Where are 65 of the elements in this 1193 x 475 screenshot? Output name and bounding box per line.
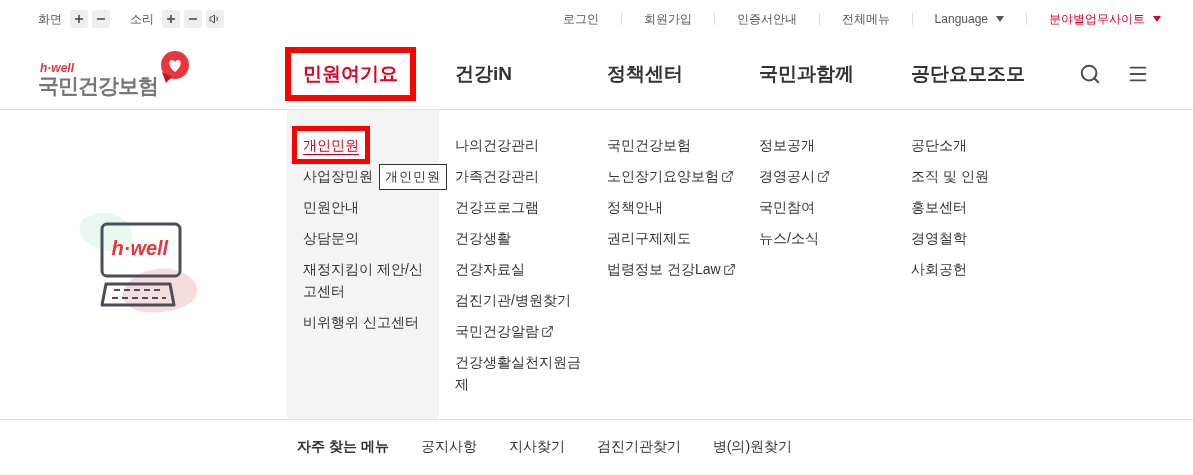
submenu-link[interactable]: 비위행위 신고센터 <box>303 311 419 333</box>
plus-icon <box>73 13 85 25</box>
submenu-link[interactable]: 조직 및 인원 <box>911 165 989 187</box>
nav-item[interactable]: 국민과함께 <box>759 60 854 87</box>
submenu-link[interactable]: 경영공시 <box>759 165 830 187</box>
nav-item[interactable]: 민원여기요 <box>285 46 416 101</box>
submenu-link[interactable]: 가족건강관리 <box>455 165 539 187</box>
submenu-link[interactable]: 정보공개 <box>759 134 815 156</box>
nav-item[interactable]: 정책센터 <box>607 60 683 87</box>
tooltip: 개인민원 <box>379 164 447 190</box>
top-link[interactable]: Language <box>934 10 1004 28</box>
submenu-link[interactable]: 건강프로그램 <box>455 196 539 218</box>
control-label: 소리 <box>130 11 154 28</box>
submenu-link[interactable]: 민원안내 <box>303 196 359 218</box>
submenu-link[interactable]: 홍보센터 <box>911 196 967 218</box>
quick-menu-link[interactable]: 검진기관찾기 <box>596 435 681 457</box>
top-link[interactable]: 회원가입 <box>643 10 692 28</box>
quick-menu-link[interactable]: 공지사항 <box>420 435 477 457</box>
external-link-icon <box>541 324 554 338</box>
caret-icon <box>1153 16 1161 22</box>
submenu-link[interactable]: 정책안내 <box>607 196 663 218</box>
caret-icon <box>996 16 1004 22</box>
increase-button[interactable] <box>70 10 88 28</box>
external-link-icon <box>817 169 830 183</box>
quick-menu-title: 자주 찾는 메뉴 <box>297 436 389 456</box>
speaker-icon <box>209 13 221 25</box>
nav-item[interactable]: 공단요모조모 <box>911 60 1025 87</box>
logo-tagline: h·well <box>40 61 76 74</box>
logo-name: 국민건강보험 <box>38 73 158 98</box>
plus-icon <box>165 13 177 25</box>
screen-logo-text: h·well <box>111 235 169 260</box>
submenu-link[interactable]: 권리구제제도 <box>607 227 691 249</box>
submenu-link[interactable]: 나의건강관리 <box>455 134 539 156</box>
external-link-icon <box>722 262 736 276</box>
submenu-link[interactable]: 건강자료실 <box>455 258 525 280</box>
increase-button[interactable] <box>162 10 180 28</box>
submenu-link[interactable]: 건강생활 <box>455 227 511 249</box>
top-link[interactable]: 전체메뉴 <box>841 10 890 28</box>
top-link[interactable]: 분야별업무사이트 <box>1049 10 1161 28</box>
submenu-link[interactable]: 국민건강보험 <box>607 134 691 156</box>
submenu-link[interactable]: 경영철학 <box>911 227 967 249</box>
submenu-link[interactable]: 건강생활실천지원금제 <box>455 351 583 395</box>
submenu-link[interactable]: 법령정보 건강Law <box>607 258 736 280</box>
submenu-link[interactable]: 개인민원 <box>292 126 370 164</box>
speaker-button[interactable] <box>206 10 224 28</box>
top-link[interactable]: 로그인 <box>562 10 599 28</box>
submenu-link[interactable]: 노인장기요양보험 <box>607 165 734 187</box>
submenu-link[interactable]: 국민건강알람 <box>455 320 554 342</box>
submenu-link[interactable]: 사회공헌 <box>911 258 967 280</box>
submenu-link[interactable]: 뉴스/소식 <box>759 227 819 249</box>
submenu-link[interactable]: 공단소개 <box>911 134 967 156</box>
nav-item[interactable]: 건강iN <box>455 60 512 87</box>
control-label: 화면 <box>38 11 62 28</box>
quick-menu-link[interactable]: 지사찾기 <box>508 435 565 457</box>
decrease-button[interactable] <box>184 10 202 28</box>
submenu-link[interactable]: 검진기관/병원찾기 <box>455 289 571 311</box>
external-link-icon <box>721 169 734 183</box>
submenu-link[interactable]: 국민참여 <box>759 196 815 218</box>
decrease-button[interactable] <box>92 10 110 28</box>
search-icon[interactable] <box>1079 62 1101 85</box>
submenu-link[interactable]: 재정지킴이 제안/신고센터 <box>303 258 431 302</box>
quick-menu-link[interactable]: 병(의)원찾기 <box>712 435 793 457</box>
submenu-link[interactable]: 사업장민원 <box>303 165 373 187</box>
submenu-link[interactable]: 상담문의 <box>303 227 359 249</box>
top-link[interactable]: 인증서안내 <box>736 10 797 28</box>
